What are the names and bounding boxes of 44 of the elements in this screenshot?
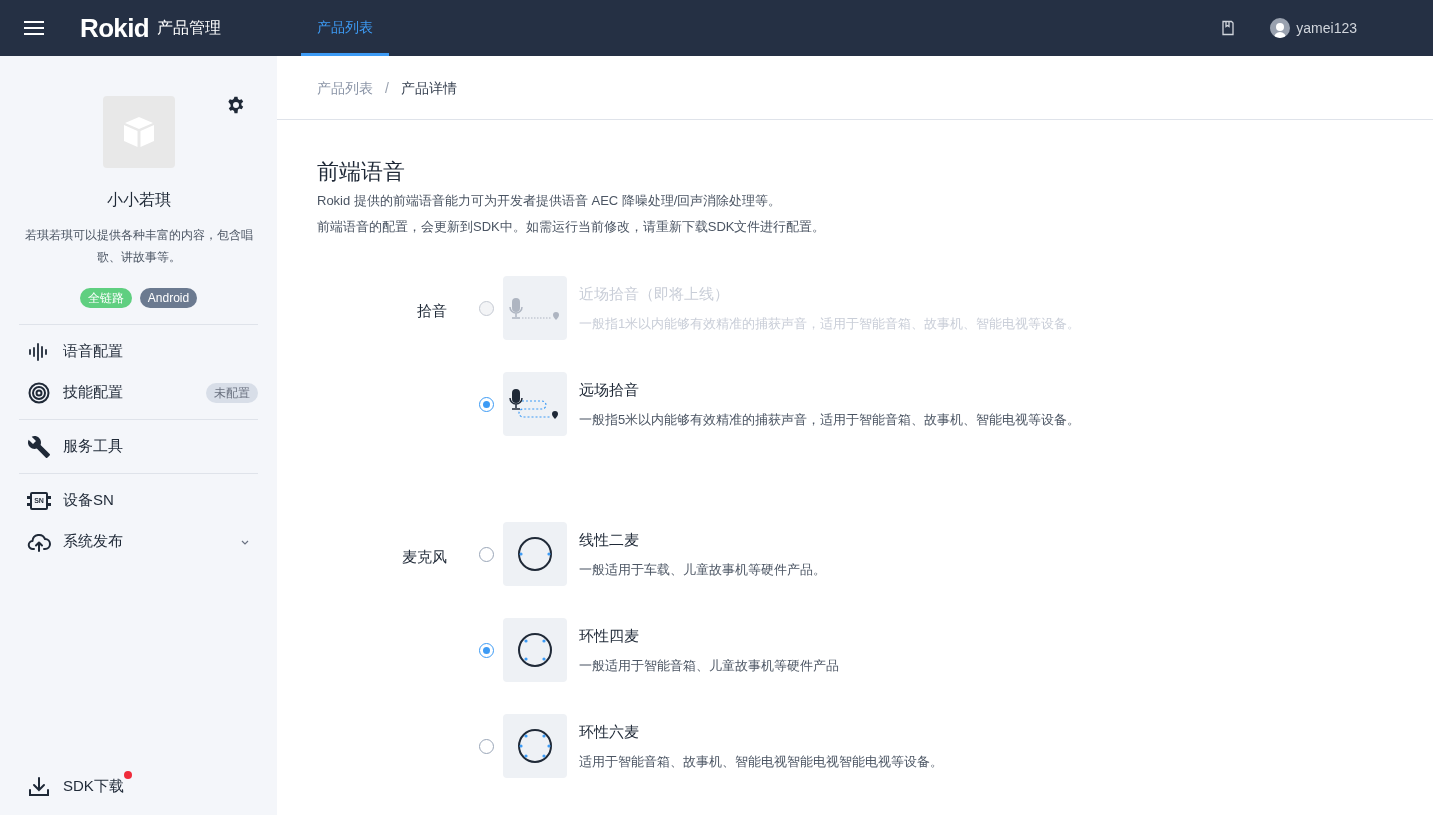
radio-button[interactable]: [479, 546, 494, 562]
product-name: 小小若琪: [106, 190, 171, 210]
section-title: 前端语音: [317, 158, 406, 186]
option-description: 一般指5米以内能够有效精准的捕获声音，适用于智能音箱、故事机、智能电视等设备。: [579, 410, 1081, 429]
option-title: 环性六麦: [579, 722, 640, 742]
option-title: 环性四麦: [579, 626, 640, 646]
option-title: 远场拾音: [579, 380, 640, 400]
field-label: 麦克风: [401, 547, 447, 567]
logo: Rokid: [80, 15, 149, 41]
product-tag: 全链路: [79, 288, 132, 308]
section-description: 前端语音的配置，会更新到SDK中。如需运行当前修改，请重新下载SDK文件进行配置。: [317, 218, 827, 236]
six-mic-array-icon: [517, 728, 553, 764]
product-tag: Android: [139, 288, 198, 308]
username[interactable]: yamei123: [1296, 18, 1357, 38]
option-description: 一般适用于智能音箱、儿童故事机等硬件产品: [579, 656, 839, 675]
four-mic-array-icon: [517, 632, 553, 668]
settings-icon[interactable]: [227, 96, 245, 114]
field-label: 拾音: [416, 301, 447, 321]
option-title: 线性二麦: [579, 530, 640, 550]
avatar-icon[interactable]: [1270, 18, 1291, 38]
breadcrumb-separator: /: [385, 78, 389, 98]
radio-button[interactable]: [479, 642, 494, 658]
near-field-mic-icon: [509, 296, 561, 320]
app-title: 产品管理: [157, 18, 221, 38]
sidebar-item[interactable]: 系统发布: [19, 521, 258, 562]
sidebar-item[interactable]: 服务工具: [19, 426, 258, 467]
radio-button[interactable]: [479, 396, 494, 412]
wrench-icon: [27, 434, 51, 459]
product-description: 若琪若琪可以提供各种丰富的内容，包含唱歌、讲故事等。: [23, 227, 254, 266]
two-mic-array-icon: [517, 536, 553, 572]
section-description: Rokid 提供的前端语音能力可为开发者提供语音 AEC 降噪处理/回声消除处理等。: [317, 192, 783, 210]
far-field-mic-icon: [509, 387, 561, 421]
target-icon: [27, 380, 51, 405]
option-description: 一般适用于车载、儿童故事机等硬件产品。: [579, 560, 826, 579]
breadcrumb-item: 产品详情: [400, 78, 457, 98]
download-icon: [27, 774, 51, 799]
status-badge: 未配置: [206, 382, 258, 403]
nav-tab[interactable]: 产品列表: [301, 0, 389, 56]
sdk-download-item[interactable]: SDK下载: [19, 766, 258, 807]
option-description: 适用于智能音箱、故事机、智能电视智能电视智能电视等设备。: [579, 752, 943, 771]
sidebar-item[interactable]: 技能配置 未配置: [19, 372, 258, 413]
radio-button[interactable]: [479, 738, 494, 754]
book-icon[interactable]: [1220, 20, 1237, 36]
sidebar-item[interactable]: 语音配置: [19, 331, 258, 372]
